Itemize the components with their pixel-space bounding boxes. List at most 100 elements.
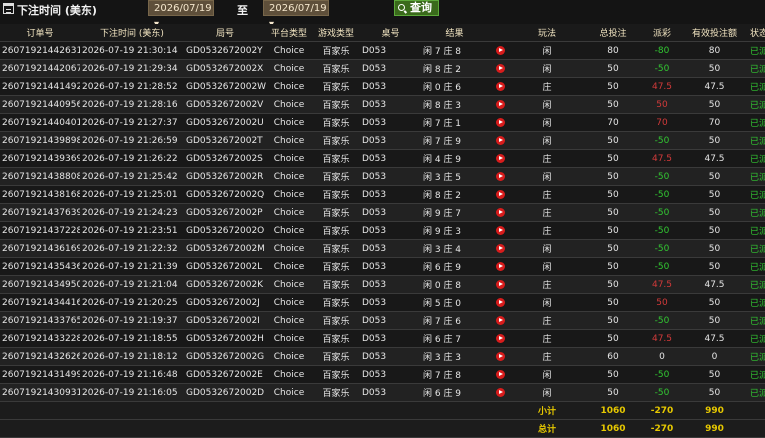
bet-type: 闲 [513, 239, 581, 258]
play-video-icon[interactable] [496, 387, 505, 397]
valid-bet: 47.5 [679, 329, 750, 348]
footer-valid-bet: 990 [679, 419, 750, 438]
column-header-9: 总投注 [581, 24, 645, 42]
status-badge: 已派彩 [750, 41, 765, 60]
column-header-1: 下注时间 (美东) [80, 24, 184, 42]
video-cell [488, 113, 513, 132]
status-badge: 已派彩 [750, 239, 765, 258]
date-from-select[interactable]: 2026/07/19 ▾ [148, 0, 214, 30]
play-video-icon[interactable] [496, 81, 505, 91]
round-id: GD0532672002T [184, 131, 266, 150]
play-video-icon[interactable] [496, 135, 505, 145]
round-id: GD0532672002S [184, 149, 266, 168]
date-to-select[interactable]: 2026/07/19 ▾ [263, 0, 329, 30]
payout: -50 [645, 59, 679, 78]
play-video-icon[interactable] [496, 243, 505, 253]
bet-record-table: 订单号下注时间 (美东)局号平台类型游戏类型桌号结果 玩法总投注派彩有效投注额状态… [0, 24, 765, 438]
result: 闲 5 庄 0 [421, 293, 488, 312]
table-row: 260719214393698 2026-07-19 21:26:22 GD0532… [0, 149, 765, 168]
platform-type: Choice [266, 257, 312, 276]
status-badge: 已派彩 [750, 95, 765, 114]
total-bet: 80 [581, 41, 645, 60]
bet-time: 2026-07-19 21:23:51 [80, 221, 184, 240]
filter-label: 下注时间 (美东) [17, 4, 97, 17]
table-row: 260719214404015 2026-07-19 21:27:37 GD0532… [0, 113, 765, 132]
play-video-icon[interactable] [496, 207, 505, 217]
platform-type: Choice [266, 185, 312, 204]
valid-bet: 47.5 [679, 77, 750, 96]
video-cell [488, 149, 513, 168]
status-badge: 已派彩 [750, 383, 765, 402]
payout: -50 [645, 239, 679, 258]
platform-type: Choice [266, 275, 312, 294]
play-video-icon[interactable] [496, 171, 505, 181]
bet-type: 庄 [513, 149, 581, 168]
valid-bet: 50 [679, 365, 750, 384]
result: 闲 6 庄 9 [421, 257, 488, 276]
bet-time: 2026-07-19 21:21:39 [80, 257, 184, 276]
order-id: 260719214309316 [0, 383, 80, 402]
game-type: 百家乐 [312, 149, 360, 168]
play-video-icon[interactable] [496, 315, 505, 325]
play-video-icon[interactable] [496, 261, 505, 271]
play-video-icon[interactable] [496, 333, 505, 343]
platform-type: Choice [266, 167, 312, 186]
play-video-icon[interactable] [496, 351, 505, 361]
play-video-icon[interactable] [496, 279, 505, 289]
platform-type: Choice [266, 329, 312, 348]
play-video-icon[interactable] [496, 45, 505, 55]
column-header-5: 桌号 [360, 24, 421, 42]
bet-time: 2026-07-19 21:22:32 [80, 239, 184, 258]
footer-total-bet: 1060 [581, 401, 645, 420]
total-bet: 50 [581, 257, 645, 276]
total-bet: 50 [581, 95, 645, 114]
valid-bet: 80 [679, 41, 750, 60]
platform-type: Choice [266, 59, 312, 78]
total-bet: 50 [581, 293, 645, 312]
payout: 0 [645, 347, 679, 366]
table-number: D053 [360, 41, 421, 60]
play-video-icon[interactable] [496, 297, 505, 307]
play-video-icon[interactable] [496, 189, 505, 199]
total-bet: 50 [581, 329, 645, 348]
footer-valid-bet: 990 [679, 401, 750, 420]
bet-time: 2026-07-19 21:19:37 [80, 311, 184, 330]
game-type: 百家乐 [312, 59, 360, 78]
play-video-icon[interactable] [496, 99, 505, 109]
video-cell [488, 329, 513, 348]
table-number: D053 [360, 113, 421, 132]
query-button[interactable]: 查询 [394, 0, 439, 16]
play-video-icon[interactable] [496, 369, 505, 379]
game-type: 百家乐 [312, 113, 360, 132]
order-id: 260719214381682 [0, 185, 80, 204]
table-row: 260719214354361 2026-07-19 21:21:39 GD0532… [0, 257, 765, 276]
play-video-icon[interactable] [496, 63, 505, 73]
status-badge: 已派彩 [750, 311, 765, 330]
game-type: 百家乐 [312, 41, 360, 60]
table-number: D053 [360, 95, 421, 114]
order-id: 260719214314991 [0, 365, 80, 384]
play-video-icon[interactable] [496, 225, 505, 235]
column-header-8: 玩法 [513, 24, 581, 42]
game-type: 百家乐 [312, 239, 360, 258]
table-row: 260719214388088 2026-07-19 21:25:42 GD0532… [0, 167, 765, 186]
play-video-icon[interactable] [496, 117, 505, 127]
valid-bet: 50 [679, 185, 750, 204]
bet-time: 2026-07-19 21:26:59 [80, 131, 184, 150]
play-video-icon[interactable] [496, 153, 505, 163]
footer-label: 总计 [513, 419, 581, 438]
round-id: GD0532672002Q [184, 185, 266, 204]
total-bet: 50 [581, 383, 645, 402]
column-header-0: 订单号 [0, 24, 80, 42]
footer-label: 小计 [513, 401, 581, 420]
column-header-4: 游戏类型 [312, 24, 360, 42]
round-id: GD0532672002G [184, 347, 266, 366]
round-id: GD0532672002O [184, 221, 266, 240]
table-row: 260719214344167 2026-07-19 21:20:25 GD0532… [0, 293, 765, 312]
payout: 47.5 [645, 275, 679, 294]
game-type: 百家乐 [312, 185, 360, 204]
platform-type: Choice [266, 41, 312, 60]
result: 闲 9 庄 3 [421, 221, 488, 240]
table-row: 260719214361697 2026-07-19 21:22:32 GD0532… [0, 239, 765, 258]
bet-time: 2026-07-19 21:21:04 [80, 275, 184, 294]
